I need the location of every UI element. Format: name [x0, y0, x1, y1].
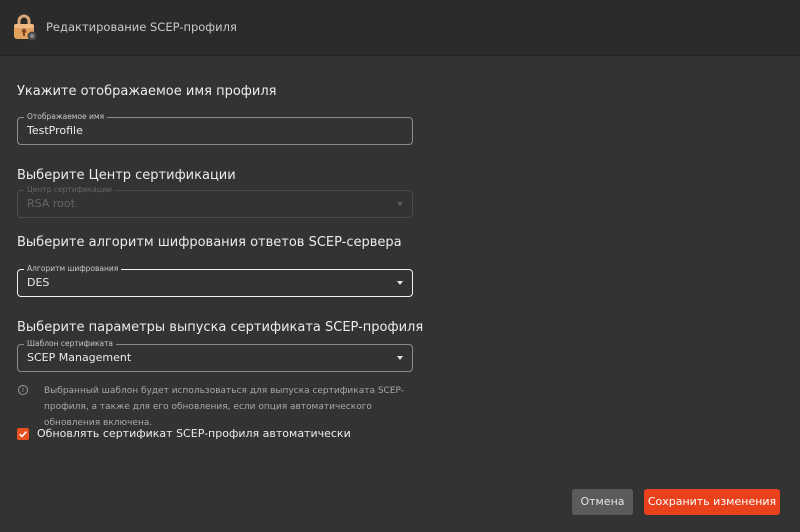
template-value: SCEP Management [27, 351, 132, 364]
ca-value: RSA root [27, 197, 75, 210]
profile-name-field[interactable]: Отображаемое имя TestProfile [17, 112, 413, 145]
cipher-select[interactable]: Алгоритм шифрования DES [17, 264, 413, 297]
checkmark-icon [19, 431, 27, 438]
cancel-button[interactable]: Отмена [572, 489, 633, 515]
template-heading: Выберите параметры выпуска сертификата S… [17, 320, 424, 335]
auto-renew-checkbox[interactable] [17, 428, 29, 440]
cipher-label: Алгоритм шифрования [24, 264, 122, 274]
template-label: Шаблон сертификата [24, 339, 117, 349]
chevron-down-icon [397, 281, 403, 285]
ca-select: Центр сертификации RSA root [17, 185, 413, 218]
lock-icon [11, 13, 37, 41]
auto-renew-label: Обновлять сертификат SCEP-профиля автома… [37, 427, 351, 440]
profile-name-heading: Укажите отображаемое имя профиля [17, 84, 277, 99]
ca-heading: Выберите Центр сертификации [17, 168, 236, 183]
save-button[interactable]: Сохранить изменения [644, 489, 780, 515]
window-title: Редактирование SCEP-профиля [46, 20, 237, 34]
template-hint: Выбранный шаблон будет использоваться дл… [44, 386, 405, 428]
ca-label: Центр сертификации [24, 185, 115, 195]
cipher-value: DES [27, 276, 50, 289]
cipher-heading: Выберите алгоритм шифрования ответов SCE… [17, 235, 402, 250]
profile-name-value: TestProfile [27, 124, 83, 137]
chevron-down-icon [397, 202, 403, 206]
chevron-down-icon [397, 356, 403, 360]
info-icon: i [18, 385, 28, 395]
title-bar: Редактирование SCEP-профиля [0, 0, 800, 56]
template-select[interactable]: Шаблон сертификата SCEP Management [17, 339, 413, 372]
profile-name-label: Отображаемое имя [24, 112, 108, 122]
